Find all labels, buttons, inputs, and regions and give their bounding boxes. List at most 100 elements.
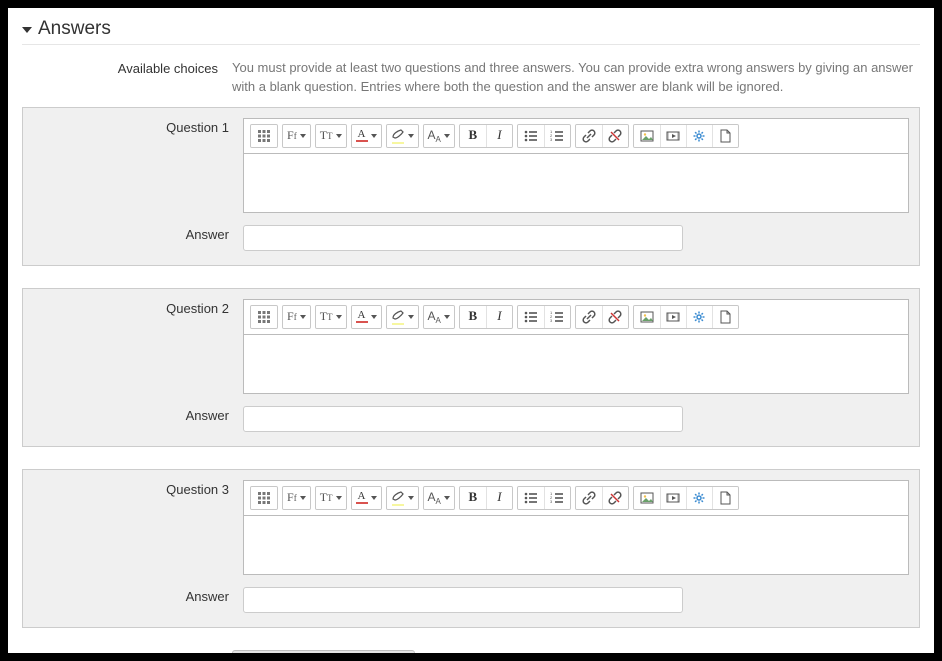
chevron-down-icon — [300, 134, 306, 138]
question-editor-area[interactable] — [244, 516, 908, 574]
gear-icon[interactable] — [686, 125, 712, 147]
bullet-list-icon[interactable] — [518, 125, 544, 147]
unlink-icon[interactable] — [602, 487, 628, 509]
toolbar-group: AA — [423, 305, 455, 329]
bold-icon[interactable]: B — [460, 306, 486, 328]
editor-toolbar: FfTTAAABI123 — [244, 481, 908, 516]
svg-text:3: 3 — [550, 137, 553, 142]
toolbar-group: AA — [423, 486, 455, 510]
number-list-icon[interactable]: 123 — [544, 306, 570, 328]
unlink-icon[interactable] — [602, 125, 628, 147]
svg-text:3: 3 — [550, 318, 553, 323]
font-family-icon[interactable]: Ff — [283, 125, 310, 147]
question-editor-area[interactable] — [244, 335, 908, 393]
available-choices-help: You must provide at least two questions … — [232, 59, 920, 97]
toolbar-group: 123 — [517, 305, 571, 329]
toolbar-group: TT — [315, 124, 347, 148]
toggle-toolbar-icon[interactable] — [251, 125, 277, 147]
gear-icon[interactable] — [686, 487, 712, 509]
subscript-icon[interactable]: AA — [424, 487, 454, 509]
italic-icon[interactable]: I — [486, 306, 512, 328]
unlink-icon[interactable] — [602, 306, 628, 328]
answer-input[interactable] — [243, 225, 683, 251]
bold-icon[interactable]: B — [460, 125, 486, 147]
toolbar-group — [386, 305, 419, 329]
question-label: Question 1 — [33, 118, 243, 135]
editor-toolbar: FfTTAAABI123 — [244, 119, 908, 154]
question-label: Question 3 — [33, 480, 243, 497]
toggle-toolbar-icon[interactable] — [251, 306, 277, 328]
link-icon[interactable] — [576, 125, 602, 147]
link-icon[interactable] — [576, 487, 602, 509]
gear-icon[interactable] — [686, 306, 712, 328]
toggle-toolbar-icon[interactable] — [251, 487, 277, 509]
font-size-icon[interactable]: TT — [316, 487, 346, 509]
toolbar-group — [386, 124, 419, 148]
font-color-icon[interactable]: A — [352, 125, 381, 147]
font-color-icon[interactable]: A — [352, 306, 381, 328]
bullet-list-icon[interactable] — [518, 306, 544, 328]
chevron-down-icon — [444, 496, 450, 500]
answer-input[interactable] — [243, 587, 683, 613]
toolbar-group: A — [351, 305, 382, 329]
font-size-icon[interactable]: TT — [316, 306, 346, 328]
brush-icon[interactable] — [387, 125, 418, 147]
subscript-icon[interactable]: AA — [424, 125, 454, 147]
question-editor-area[interactable] — [244, 154, 908, 212]
media-icon[interactable] — [660, 487, 686, 509]
number-list-icon[interactable]: 123 — [544, 125, 570, 147]
add-blanks-button[interactable]: Blanks for 3 more questions — [232, 650, 415, 653]
media-icon[interactable] — [660, 306, 686, 328]
question-block: Question 2FfTTAAABI123Answer — [22, 288, 920, 447]
toolbar-group — [633, 305, 739, 329]
font-color-icon[interactable]: A — [352, 487, 381, 509]
media-icon[interactable] — [660, 125, 686, 147]
image-icon[interactable] — [634, 125, 660, 147]
chevron-down-icon — [300, 496, 306, 500]
toolbar-group — [633, 124, 739, 148]
toolbar-group: 123 — [517, 124, 571, 148]
link-icon[interactable] — [576, 306, 602, 328]
subscript-icon[interactable]: AA — [424, 306, 454, 328]
font-size-icon[interactable]: TT — [316, 125, 346, 147]
chevron-down-icon — [336, 496, 342, 500]
toolbar-group: TT — [315, 486, 347, 510]
brush-icon[interactable] — [387, 487, 418, 509]
number-list-icon[interactable]: 123 — [544, 487, 570, 509]
bullet-list-icon[interactable] — [518, 487, 544, 509]
bold-icon[interactable]: B — [460, 487, 486, 509]
svg-text:3: 3 — [550, 499, 553, 504]
font-family-icon[interactable]: Ff — [283, 306, 310, 328]
toolbar-group: BI — [459, 305, 513, 329]
chevron-down-icon — [300, 315, 306, 319]
available-choices-label: Available choices — [22, 59, 232, 76]
italic-icon[interactable]: I — [486, 125, 512, 147]
chevron-down-icon — [408, 315, 414, 319]
chevron-down-icon — [371, 134, 377, 138]
chevron-down-icon — [336, 134, 342, 138]
chevron-down-icon — [371, 496, 377, 500]
toolbar-group: Ff — [282, 486, 311, 510]
answer-label: Answer — [33, 406, 243, 423]
editor-toolbar: FfTTAAABI123 — [244, 300, 908, 335]
toolbar-group: AA — [423, 124, 455, 148]
toolbar-group — [250, 305, 278, 329]
image-icon[interactable] — [634, 487, 660, 509]
italic-icon[interactable]: I — [486, 487, 512, 509]
brush-icon[interactable] — [387, 306, 418, 328]
file-icon[interactable] — [712, 306, 738, 328]
chevron-down-icon — [444, 315, 450, 319]
toolbar-group: A — [351, 486, 382, 510]
question-editor: FfTTAAABI123 — [243, 480, 909, 575]
toolbar-group: BI — [459, 486, 513, 510]
file-icon[interactable] — [712, 487, 738, 509]
answers-section-header[interactable]: Answers — [22, 18, 920, 45]
font-family-icon[interactable]: Ff — [283, 487, 310, 509]
file-icon[interactable] — [712, 125, 738, 147]
image-icon[interactable] — [634, 306, 660, 328]
answer-label: Answer — [33, 225, 243, 242]
toolbar-group: TT — [315, 305, 347, 329]
answer-label: Answer — [33, 587, 243, 604]
answer-input[interactable] — [243, 406, 683, 432]
chevron-down-icon — [408, 134, 414, 138]
